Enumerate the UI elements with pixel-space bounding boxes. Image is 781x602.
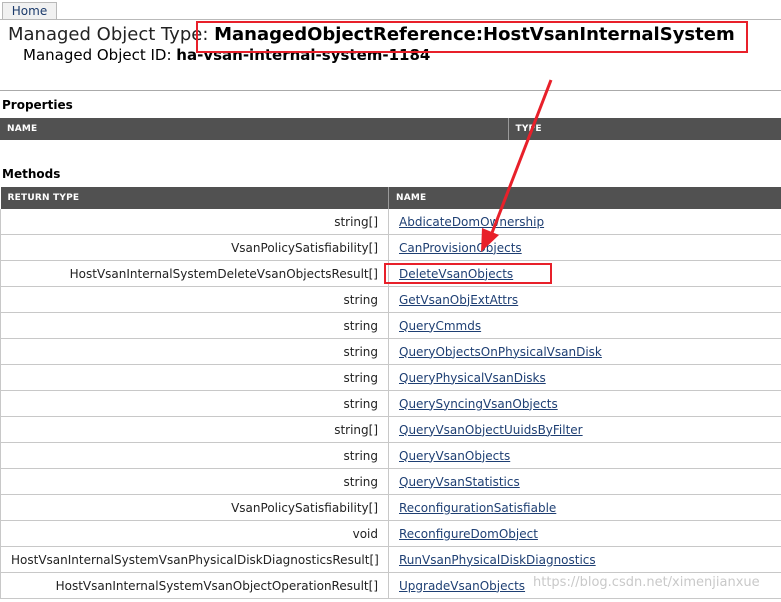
method-link[interactable]: QueryVsanObjectUuidsByFilter	[399, 423, 583, 437]
method-return-type: string	[0, 390, 389, 417]
properties-col-name: NAME	[0, 118, 509, 140]
method-link[interactable]: GetVsanObjExtAttrs	[399, 293, 518, 307]
method-row: string QuerySyncingVsanObjects	[0, 390, 781, 417]
home-tab[interactable]: Home	[2, 2, 57, 19]
method-name-cell: QuerySyncingVsanObjects	[388, 390, 781, 417]
method-return-type: string	[0, 338, 389, 365]
tab-divider	[0, 19, 781, 20]
method-row: string[] QueryVsanObjectUuidsByFilter	[0, 416, 781, 443]
method-name-cell: ReconfigurationSatisfiable	[388, 494, 781, 521]
method-link[interactable]: QueryObjectsOnPhysicalVsanDisk	[399, 345, 602, 359]
method-return-type: string	[0, 468, 389, 495]
method-row: HostVsanInternalSystemVsanPhysicalDiskDi…	[0, 546, 781, 573]
id-label: Managed Object ID:	[23, 46, 177, 64]
methods-title: Methods	[2, 167, 61, 181]
method-row: VsanPolicySatisfiability[] CanProvisionOb…	[0, 234, 781, 261]
method-link[interactable]: QuerySyncingVsanObjects	[399, 397, 558, 411]
method-name-cell: QueryVsanObjects	[388, 442, 781, 469]
type-label: Managed Object Type:	[8, 24, 215, 45]
method-row: void ReconfigureDomObject	[0, 520, 781, 547]
method-return-type: void	[0, 520, 389, 547]
method-return-type: VsanPolicySatisfiability[]	[0, 234, 389, 261]
method-row: string GetVsanObjExtAttrs	[0, 286, 781, 313]
method-name-cell: QueryVsanObjectUuidsByFilter	[388, 416, 781, 443]
method-name-cell: QueryVsanStatistics	[388, 468, 781, 495]
method-link[interactable]: QueryVsanObjects	[399, 449, 510, 463]
watermark: https://blog.csdn.net/ximenjianxue	[533, 575, 760, 590]
method-name-cell: AbdicateDomOwnership	[388, 209, 781, 235]
properties-col-type: TYPE	[508, 118, 781, 140]
method-name-cell: GetVsanObjExtAttrs	[388, 286, 781, 313]
methods-table: RETURN TYPE NAME string[] AbdicateDomOwne…	[0, 187, 781, 599]
method-name-cell: QueryCmmds	[388, 312, 781, 339]
method-return-type: HostVsanInternalSystemVsanObjectOperatio…	[0, 572, 389, 599]
highlight-box-method	[384, 263, 552, 284]
method-return-type: string[]	[0, 416, 389, 443]
method-row: string[] AbdicateDomOwnership	[0, 209, 781, 235]
method-name-cell: QueryObjectsOnPhysicalVsanDisk	[388, 338, 781, 365]
method-row: string QueryPhysicalVsanDisks	[0, 364, 781, 391]
method-name-cell: ReconfigureDomObject	[388, 520, 781, 547]
method-link[interactable]: RunVsanPhysicalDiskDiagnostics	[399, 553, 596, 567]
method-link[interactable]: ReconfigurationSatisfiable	[399, 501, 556, 515]
methods-col-name: NAME	[388, 187, 781, 209]
method-link[interactable]: UpgradeVsanObjects	[399, 579, 525, 593]
method-row: string QueryVsanObjects	[0, 442, 781, 469]
method-return-type: string	[0, 442, 389, 469]
method-return-type: string[]	[0, 209, 389, 235]
method-link[interactable]: QueryVsanStatistics	[399, 475, 520, 489]
method-return-type: string	[0, 286, 389, 313]
highlight-box-type	[196, 21, 748, 53]
method-name-cell: CanProvisionObjects	[388, 234, 781, 261]
method-return-type: HostVsanInternalSystemVsanPhysicalDiskDi…	[0, 546, 389, 573]
method-return-type: HostVsanInternalSystemDeleteVsanObjectsR…	[0, 260, 389, 287]
method-link[interactable]: AbdicateDomOwnership	[399, 215, 544, 229]
method-return-type: VsanPolicySatisfiability[]	[0, 494, 389, 521]
divider	[0, 90, 781, 91]
properties-title: Properties	[2, 98, 73, 112]
method-row: string QueryObjectsOnPhysicalVsanDisk	[0, 338, 781, 365]
method-link[interactable]: ReconfigureDomObject	[399, 527, 538, 541]
method-row: VsanPolicySatisfiability[] Reconfiguratio…	[0, 494, 781, 521]
method-row: string QueryVsanStatistics	[0, 468, 781, 495]
method-return-type: string	[0, 312, 389, 339]
method-link[interactable]: CanProvisionObjects	[399, 241, 522, 255]
method-name-cell: RunVsanPhysicalDiskDiagnostics	[388, 546, 781, 573]
method-link[interactable]: QueryCmmds	[399, 319, 481, 333]
properties-table: NAME TYPE	[0, 118, 781, 140]
methods-col-return: RETURN TYPE	[0, 187, 389, 209]
method-return-type: string	[0, 364, 389, 391]
method-name-cell: QueryPhysicalVsanDisks	[388, 364, 781, 391]
method-row: string QueryCmmds	[0, 312, 781, 339]
method-link[interactable]: QueryPhysicalVsanDisks	[399, 371, 546, 385]
